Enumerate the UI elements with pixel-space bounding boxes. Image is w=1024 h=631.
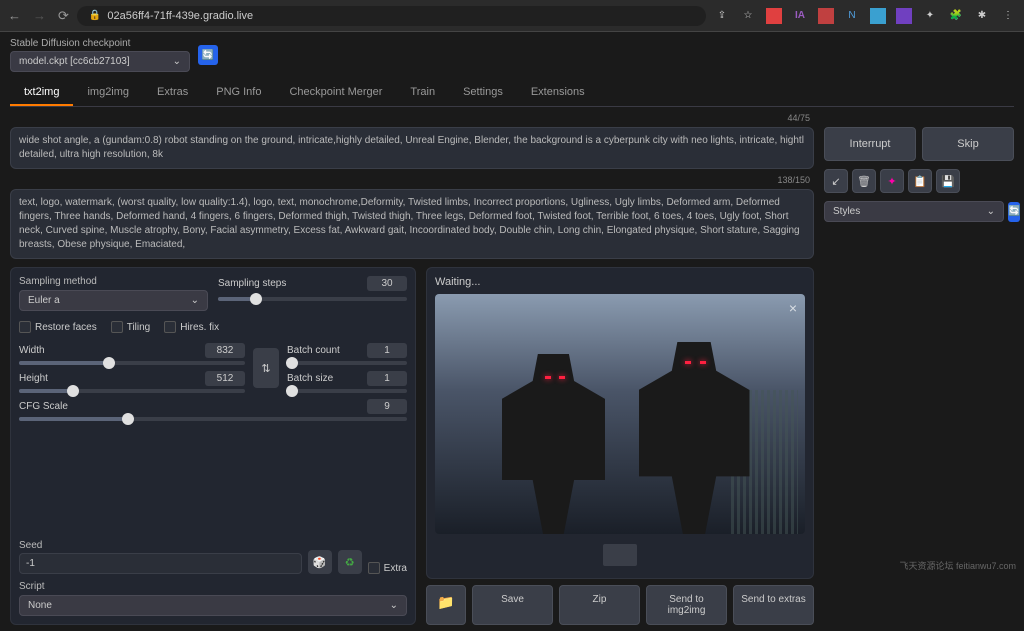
- seed-label: Seed: [19, 540, 302, 551]
- height-value[interactable]: 512: [205, 371, 245, 386]
- lock-icon: 🔒: [89, 10, 101, 21]
- height-slider[interactable]: [19, 389, 245, 393]
- chevron-down-icon: ⌄: [173, 56, 181, 67]
- tool-trash-button[interactable]: 🗑: [852, 169, 876, 193]
- browser-chrome: ← → ⟳ 🔒 02a56ff4-71ff-439e.gradio.live ⇪…: [0, 0, 1024, 32]
- chevron-down-icon: ⌄: [987, 206, 995, 217]
- checkpoint-label: Stable Diffusion checkpoint: [10, 38, 190, 49]
- cfg-label: CFG Scale: [19, 401, 68, 412]
- watermark: 飞天资源论坛 feitianwu7.com: [899, 559, 1016, 572]
- batch-count-label: Batch count: [287, 345, 340, 356]
- styles-dropdown[interactable]: Styles ⌄: [824, 201, 1004, 222]
- batch-count-slider[interactable]: [287, 361, 407, 365]
- tab-train[interactable]: Train: [396, 80, 449, 106]
- prompt-textarea[interactable]: wide shot angle, a (gundam:0.8) robot st…: [10, 127, 814, 169]
- output-status: Waiting...: [435, 276, 805, 288]
- reload-icon[interactable]: ⟳: [58, 8, 69, 24]
- batch-size-value[interactable]: 1: [367, 371, 407, 386]
- chevron-down-icon: ⌄: [390, 600, 398, 611]
- cfg-value[interactable]: 9: [367, 399, 407, 414]
- tool-style-button[interactable]: ✦: [880, 169, 904, 193]
- hires-fix-checkbox[interactable]: Hires. fix: [164, 321, 219, 333]
- puzzle-icon[interactable]: ✦: [922, 8, 938, 24]
- extensions-icon[interactable]: 🧩: [948, 8, 964, 24]
- height-label: Height: [19, 373, 48, 384]
- tab-img2img[interactable]: img2img: [73, 80, 143, 106]
- ext-2[interactable]: IA: [792, 8, 808, 24]
- negative-prompt-textarea[interactable]: text, logo, watermark, (worst quality, l…: [10, 189, 814, 259]
- thumbnail[interactable]: [603, 544, 637, 566]
- back-icon[interactable]: ←: [8, 8, 21, 24]
- send-extras-button[interactable]: Send to extras: [733, 585, 814, 625]
- extension-icons: ⇪ ☆ IA N ✦ 🧩 ✱ ⋮: [714, 8, 1016, 24]
- tab-extensions[interactable]: Extensions: [517, 80, 599, 106]
- tool-arrow-button[interactable]: ↙: [824, 169, 848, 193]
- tab-pnginfo[interactable]: PNG Info: [202, 80, 275, 106]
- ext-7[interactable]: ✱: [974, 8, 990, 24]
- swap-wh-button[interactable]: ⇅: [253, 348, 279, 388]
- close-icon[interactable]: ×: [789, 300, 797, 316]
- script-dropdown[interactable]: None ⌄: [19, 595, 407, 616]
- url-bar[interactable]: 🔒 02a56ff4-71ff-439e.gradio.live: [77, 6, 706, 26]
- share-icon[interactable]: ⇪: [714, 8, 730, 24]
- batch-count-value[interactable]: 1: [367, 343, 407, 358]
- seed-input[interactable]: -1: [19, 553, 302, 574]
- send-img2img-button[interactable]: Send to img2img: [646, 585, 727, 625]
- sampling-steps-label: Sampling steps: [218, 278, 286, 289]
- ext-6[interactable]: [896, 8, 912, 24]
- neg-prompt-counter: 138/150: [777, 175, 810, 185]
- url-text: 02a56ff4-71ff-439e.gradio.live: [107, 10, 253, 22]
- tool-save-button[interactable]: 💾: [936, 169, 960, 193]
- sampling-method-label: Sampling method: [19, 276, 208, 287]
- seed-reuse-button[interactable]: ♻: [338, 550, 362, 574]
- seed-extra-checkbox[interactable]: Extra: [368, 562, 407, 574]
- zip-button[interactable]: Zip: [559, 585, 640, 625]
- sampling-steps-slider[interactable]: [218, 297, 407, 301]
- tab-settings[interactable]: Settings: [449, 80, 517, 106]
- interrupt-button[interactable]: Interrupt: [824, 127, 916, 161]
- save-button[interactable]: Save: [472, 585, 553, 625]
- tool-clipboard-button[interactable]: 📋: [908, 169, 932, 193]
- output-image[interactable]: ×: [435, 294, 805, 534]
- checkpoint-refresh-button[interactable]: 🔄: [198, 45, 218, 65]
- sampling-method-dropdown[interactable]: Euler a ⌄: [19, 290, 208, 311]
- batch-size-slider[interactable]: [287, 389, 407, 393]
- prompt-counter: 44/75: [787, 113, 810, 123]
- restore-faces-checkbox[interactable]: Restore faces: [19, 321, 97, 333]
- ext-5[interactable]: [870, 8, 886, 24]
- checkpoint-dropdown[interactable]: model.ckpt [cc6cb27103] ⌄: [10, 51, 190, 72]
- sampling-steps-value[interactable]: 30: [367, 276, 407, 291]
- script-label: Script: [19, 581, 45, 592]
- main-tabs: txt2img img2img Extras PNG Info Checkpoi…: [10, 80, 1014, 107]
- width-value[interactable]: 832: [205, 343, 245, 358]
- skip-button[interactable]: Skip: [922, 127, 1014, 161]
- width-label: Width: [19, 345, 45, 356]
- width-slider[interactable]: [19, 361, 245, 365]
- star-icon[interactable]: ☆: [740, 8, 756, 24]
- open-folder-button[interactable]: 📁: [426, 585, 466, 625]
- ext-1[interactable]: [766, 8, 782, 24]
- tab-checkpoint-merger[interactable]: Checkpoint Merger: [275, 80, 396, 106]
- ext-4[interactable]: N: [844, 8, 860, 24]
- chevron-down-icon: ⌄: [191, 295, 199, 306]
- seed-random-button[interactable]: 🎲: [308, 550, 332, 574]
- ext-3[interactable]: [818, 8, 834, 24]
- batch-size-label: Batch size: [287, 373, 333, 384]
- styles-refresh-button[interactable]: 🔄: [1008, 202, 1020, 222]
- forward-icon[interactable]: →: [33, 8, 46, 24]
- tab-txt2img[interactable]: txt2img: [10, 80, 73, 106]
- cfg-slider[interactable]: [19, 417, 407, 421]
- tab-extras[interactable]: Extras: [143, 80, 202, 106]
- menu-icon[interactable]: ⋮: [1000, 8, 1016, 24]
- tiling-checkbox[interactable]: Tiling: [111, 321, 151, 333]
